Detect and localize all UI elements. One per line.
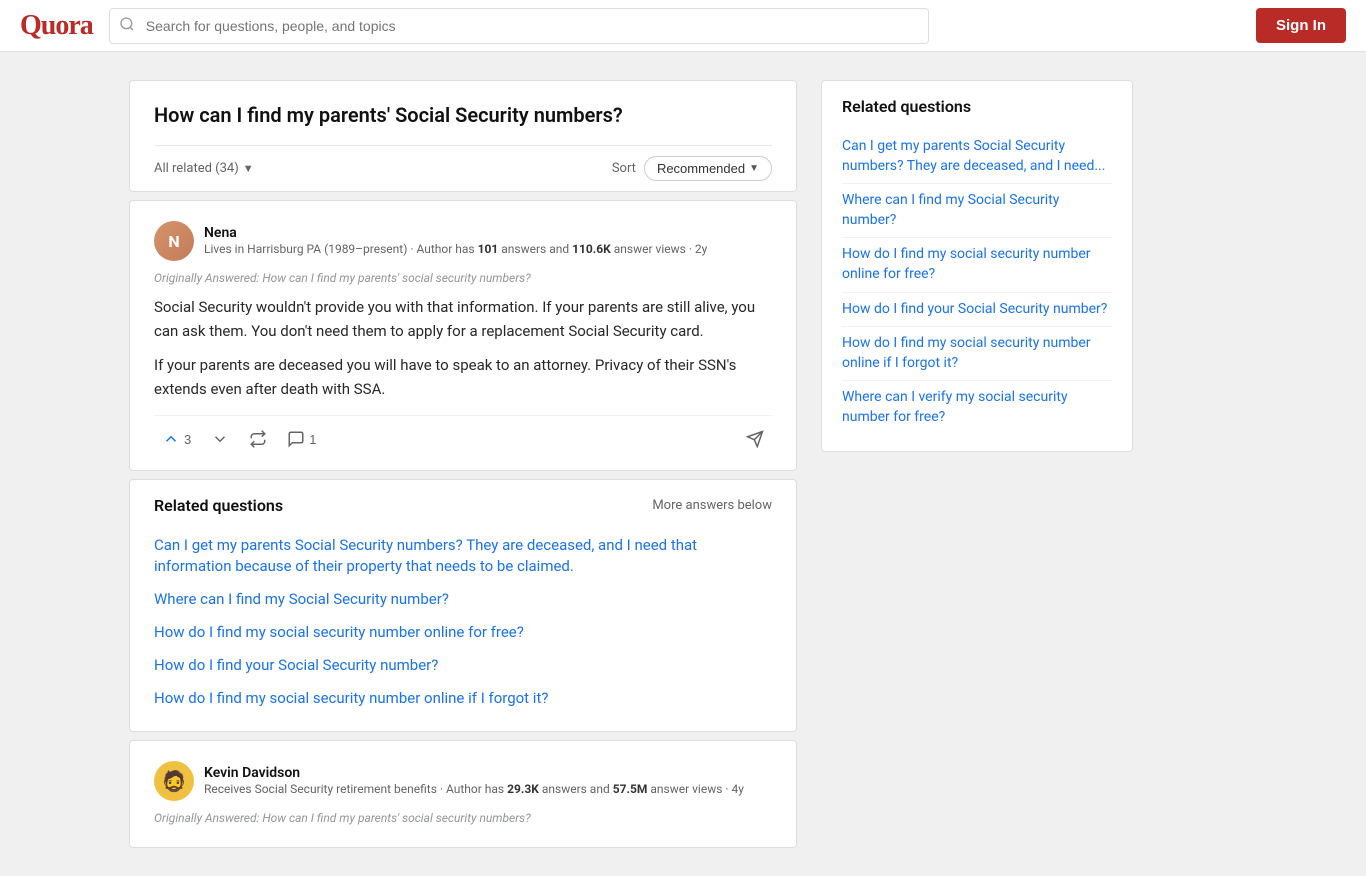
page-body: How can I find my parents' Social Securi…	[113, 52, 1253, 876]
sidebar-card: Related questions Can I get my parents S…	[821, 80, 1133, 452]
related-inline-link-4[interactable]: How do I find your Social Security numbe…	[154, 649, 772, 682]
share-icon	[746, 430, 764, 448]
main-content: How can I find my parents' Social Securi…	[129, 80, 797, 848]
avatar-nena: N	[154, 221, 194, 261]
upvote-count: 3	[184, 432, 191, 447]
sign-in-button[interactable]: Sign In	[1256, 8, 1346, 43]
answer-text-1: Social Security wouldn't provide you wit…	[154, 295, 772, 401]
sidebar-link-5[interactable]: How do I find my social security number …	[842, 327, 1112, 381]
chevron-down-icon: ▼	[243, 162, 254, 175]
related-inline-card: Related questions More answers below Can…	[129, 479, 797, 732]
author-bio-1: Lives in Harrisburg PA (1989–present) · …	[204, 241, 772, 258]
related-inline-header: Related questions More answers below	[154, 496, 772, 515]
author-name-2[interactable]: Kevin Davidson	[204, 765, 772, 781]
related-inline-link-1[interactable]: Can I get my parents Social Security num…	[154, 529, 772, 583]
question-card: How can I find my parents' Social Securi…	[129, 80, 797, 192]
author-row-2: 🧔 Kevin Davidson Receives Social Securit…	[154, 761, 772, 801]
related-inline-link-3[interactable]: How do I find my social security number …	[154, 616, 772, 649]
repost-icon	[249, 430, 267, 448]
related-inline-link-2[interactable]: Where can I find my Social Security numb…	[154, 583, 772, 616]
question-title: How can I find my parents' Social Securi…	[154, 101, 772, 129]
recommended-label: Recommended	[657, 161, 745, 176]
author-bio-2: Receives Social Security retirement bene…	[204, 781, 772, 798]
sidebar-link-4[interactable]: How do I find your Social Security numbe…	[842, 293, 1112, 328]
comment-icon	[287, 430, 305, 448]
all-related-label: All related (34)	[154, 161, 239, 176]
sidebar-title: Related questions	[842, 97, 1112, 116]
author-row-1: N Nena Lives in Harrisburg PA (1989–pres…	[154, 221, 772, 261]
author-info-2: Kevin Davidson Receives Social Security …	[204, 765, 772, 798]
repost-button[interactable]	[241, 424, 275, 454]
search-bar	[109, 8, 929, 44]
sort-bar: All related (34) ▼ Sort Recommended ▼	[154, 145, 772, 191]
author-name-1[interactable]: Nena	[204, 225, 772, 241]
avatar-kevin: 🧔	[154, 761, 194, 801]
search-input[interactable]	[109, 8, 929, 44]
header-right: Sign In	[1256, 8, 1346, 43]
sort-right: Sort Recommended ▼	[612, 156, 772, 181]
share-button[interactable]	[738, 424, 772, 454]
comment-button[interactable]: 1	[279, 424, 324, 454]
related-inline-link-5[interactable]: How do I find my social security number …	[154, 682, 772, 715]
originally-answered-1: Originally Answered: How can I find my p…	[154, 271, 772, 285]
originally-answered-2: Originally Answered: How can I find my p…	[154, 811, 772, 825]
author-info-1: Nena Lives in Harrisburg PA (1989–presen…	[204, 225, 772, 258]
more-answers-below: More answers below	[652, 498, 772, 513]
sidebar-link-6[interactable]: Where can I verify my social security nu…	[842, 381, 1112, 434]
chevron-down-icon: ▼	[749, 163, 759, 174]
answer-card-1: N Nena Lives in Harrisburg PA (1989–pres…	[129, 200, 797, 471]
recommended-sort-button[interactable]: Recommended ▼	[644, 156, 772, 181]
sidebar-link-2[interactable]: Where can I find my Social Security numb…	[842, 184, 1112, 238]
sidebar: Related questions Can I get my parents S…	[821, 80, 1133, 452]
action-bar-1: 3 1	[154, 415, 772, 458]
upvote-icon	[162, 430, 180, 448]
header: Quora Sign In	[0, 0, 1366, 52]
downvote-icon	[211, 430, 229, 448]
downvote-button[interactable]	[203, 424, 237, 454]
comment-count: 1	[309, 432, 316, 447]
answer-card-2: 🧔 Kevin Davidson Receives Social Securit…	[129, 740, 797, 848]
related-inline-title: Related questions	[154, 496, 283, 515]
upvote-button[interactable]: 3	[154, 424, 199, 454]
quora-logo[interactable]: Quora	[20, 10, 93, 42]
sidebar-link-3[interactable]: How do I find my social security number …	[842, 238, 1112, 292]
all-related-dropdown[interactable]: All related (34) ▼	[154, 161, 254, 176]
sort-label: Sort	[612, 161, 636, 176]
sidebar-link-1[interactable]: Can I get my parents Social Security num…	[842, 130, 1112, 184]
